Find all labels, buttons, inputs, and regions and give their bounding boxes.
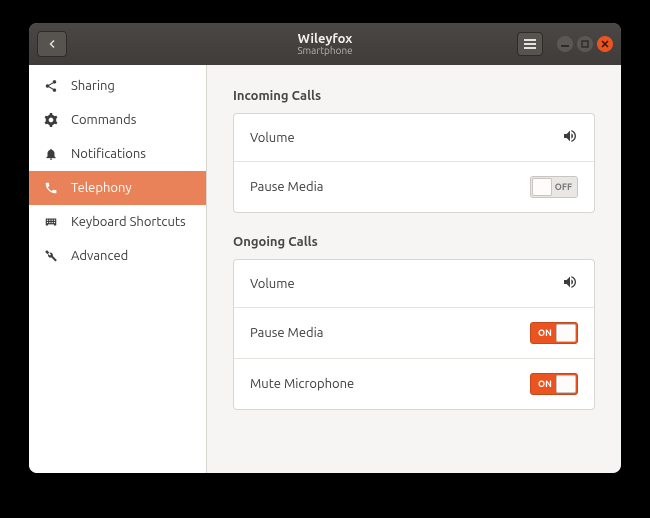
close-icon bbox=[601, 40, 609, 48]
sidebar-item-sharing[interactable]: Sharing bbox=[29, 69, 206, 103]
sidebar-item-commands[interactable]: Commands bbox=[29, 103, 206, 137]
row-label: Pause Media bbox=[250, 180, 323, 194]
row-incoming-pause-media: Pause Media OFF bbox=[234, 161, 594, 212]
row-ongoing-volume[interactable]: Volume bbox=[234, 260, 594, 307]
phone-icon bbox=[43, 181, 59, 195]
share-icon bbox=[43, 79, 59, 93]
maximize-icon bbox=[581, 40, 589, 48]
chevron-left-icon bbox=[46, 38, 58, 50]
sidebar-item-label: Commands bbox=[71, 113, 136, 127]
row-label: Volume bbox=[250, 277, 295, 291]
sidebar: Sharing Commands Notifications Telephony… bbox=[29, 65, 207, 473]
sidebar-item-label: Notifications bbox=[71, 147, 146, 161]
volume-icon bbox=[562, 128, 578, 147]
toggle-ongoing-pause-media[interactable]: ON bbox=[530, 322, 578, 344]
sidebar-item-label: Advanced bbox=[71, 249, 128, 263]
sidebar-item-advanced[interactable]: Advanced bbox=[29, 239, 206, 273]
row-incoming-volume[interactable]: Volume bbox=[234, 114, 594, 161]
titlebar: Wileyfox Smartphone bbox=[29, 23, 621, 65]
sidebar-item-notifications[interactable]: Notifications bbox=[29, 137, 206, 171]
hamburger-menu-button[interactable] bbox=[517, 32, 543, 56]
row-ongoing-pause-media: Pause Media ON bbox=[234, 307, 594, 358]
sidebar-item-telephony[interactable]: Telephony bbox=[29, 171, 206, 205]
close-button[interactable] bbox=[597, 36, 613, 52]
toggle-ongoing-mute-mic[interactable]: ON bbox=[530, 373, 578, 395]
row-ongoing-mute-mic: Mute Microphone ON bbox=[234, 358, 594, 409]
sidebar-item-keyboard-shortcuts[interactable]: Keyboard Shortcuts bbox=[29, 205, 206, 239]
commands-icon bbox=[43, 113, 59, 127]
bell-icon bbox=[43, 147, 59, 161]
maximize-button[interactable] bbox=[577, 36, 593, 52]
volume-icon bbox=[562, 274, 578, 293]
back-button[interactable] bbox=[37, 31, 67, 57]
content-pane: Incoming Calls Volume Pause Media OFF On… bbox=[207, 65, 621, 473]
section-title-incoming: Incoming Calls bbox=[233, 89, 595, 103]
minimize-button[interactable] bbox=[557, 36, 573, 52]
window-controls bbox=[557, 36, 613, 52]
sidebar-item-label: Telephony bbox=[71, 181, 132, 195]
hamburger-icon bbox=[524, 39, 536, 49]
group-incoming: Volume Pause Media OFF bbox=[233, 113, 595, 213]
group-ongoing: Volume Pause Media ON Mute Microphone ON bbox=[233, 259, 595, 410]
app-window: Wileyfox Smartphone bbox=[29, 23, 621, 473]
section-title-ongoing: Ongoing Calls bbox=[233, 235, 595, 249]
keyboard-icon bbox=[43, 215, 59, 229]
row-label: Mute Microphone bbox=[250, 377, 354, 391]
minimize-icon bbox=[561, 40, 569, 48]
toggle-incoming-pause-media[interactable]: OFF bbox=[530, 176, 578, 198]
sidebar-item-label: Sharing bbox=[71, 79, 115, 93]
sidebar-item-label: Keyboard Shortcuts bbox=[71, 215, 186, 229]
row-label: Volume bbox=[250, 131, 295, 145]
tools-icon bbox=[43, 249, 59, 263]
row-label: Pause Media bbox=[250, 326, 323, 340]
